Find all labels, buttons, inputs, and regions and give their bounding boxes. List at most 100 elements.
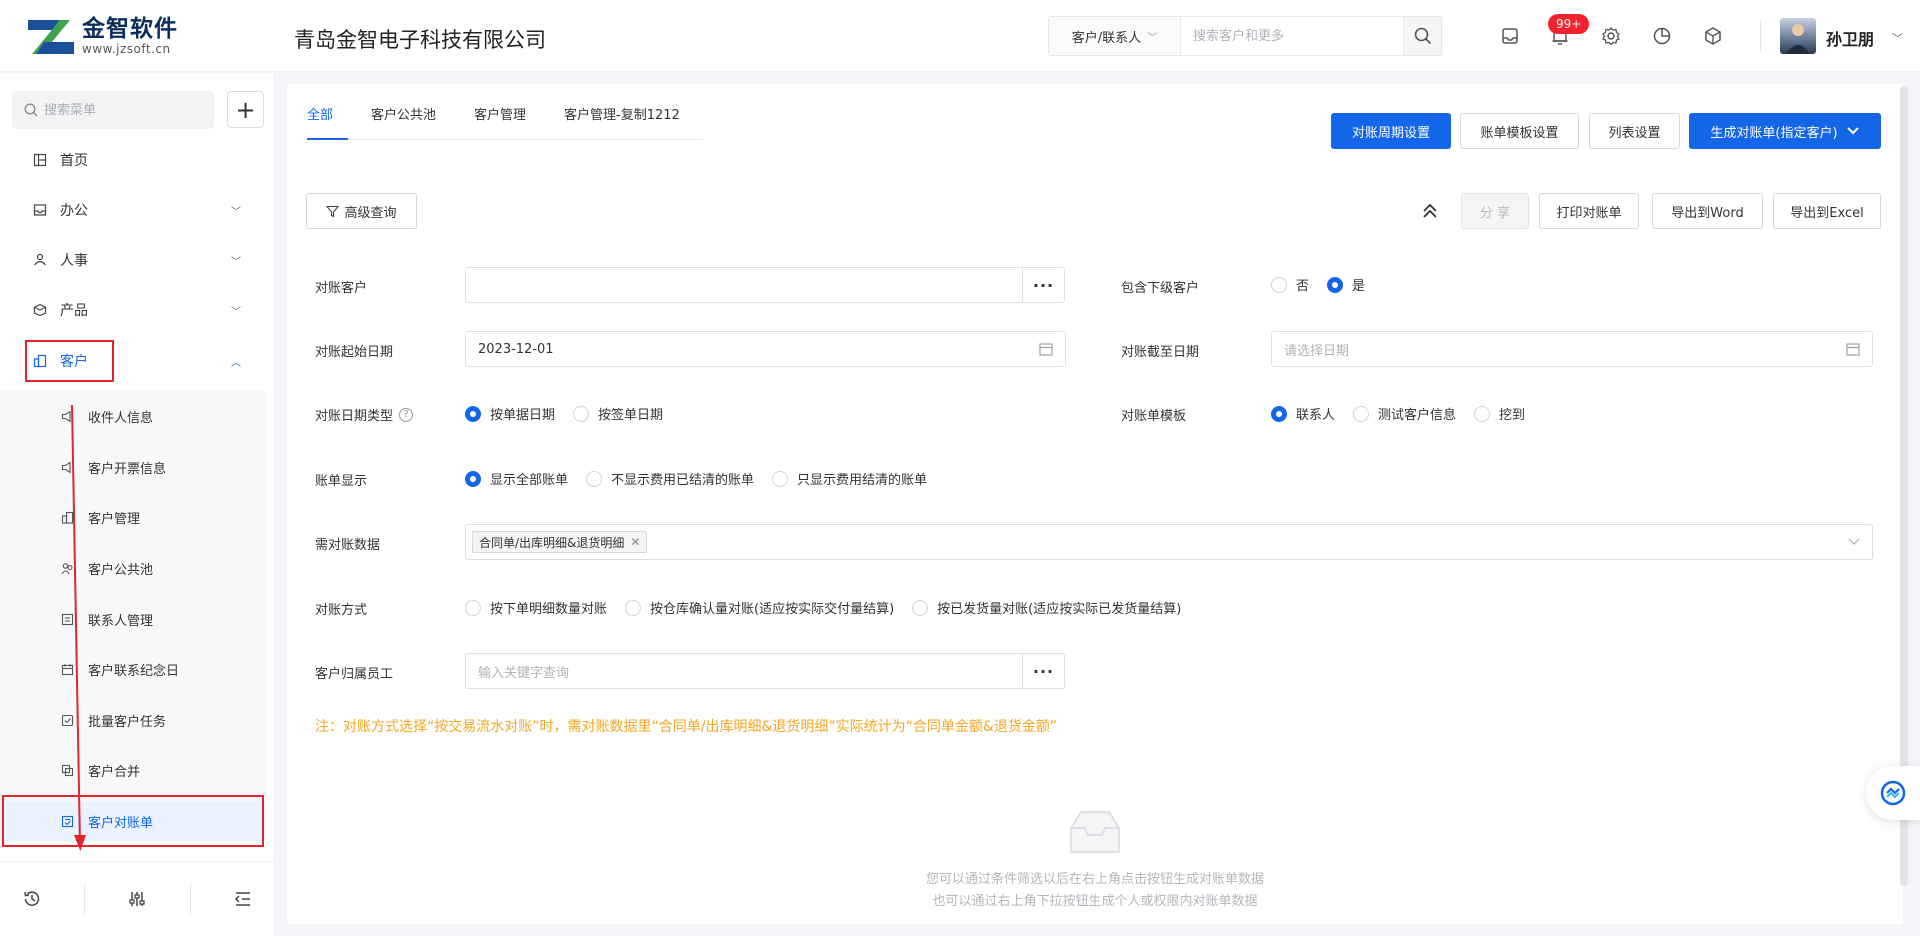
nav-item-label: 办公 bbox=[60, 203, 88, 219]
radio-dot bbox=[1353, 405, 1370, 422]
radio-dot bbox=[1474, 405, 1491, 422]
tab-all[interactable]: 全部 bbox=[307, 106, 349, 140]
pie-chart-icon[interactable] bbox=[1650, 24, 1674, 48]
tab-customer-management[interactable]: 客户管理 bbox=[459, 106, 541, 140]
search-scope-select[interactable]: 客户/联系人 ﹀ bbox=[1049, 17, 1181, 55]
start-date-value: 2023-12-01 bbox=[478, 341, 554, 357]
template-test-customer[interactable]: 测试客户信息 bbox=[1353, 404, 1456, 423]
template-wadao[interactable]: 挖到 bbox=[1474, 404, 1525, 423]
period-setting-button[interactable]: 对账周期设置 bbox=[1331, 113, 1451, 149]
customer-field[interactable]: ··· bbox=[465, 267, 1065, 303]
submenu-item-batch-task[interactable]: 批量客户任务 bbox=[0, 700, 265, 740]
export-word-button[interactable]: 导出到Word bbox=[1652, 193, 1763, 229]
highlight-box bbox=[2, 795, 264, 847]
advanced-query-button[interactable]: 高级查询 bbox=[306, 193, 417, 229]
tab-bar: 全部 客户公共池 客户管理 客户管理-复制1212 bbox=[307, 106, 703, 140]
bill-display-settled[interactable]: 只显示费用结清的账单 bbox=[772, 469, 927, 488]
cube-icon[interactable] bbox=[1701, 24, 1725, 48]
method-shipped[interactable]: 按已发货量对账(适应按实际已发货量结算) bbox=[912, 598, 1181, 617]
share-button[interactable]: 分 享 bbox=[1461, 193, 1529, 229]
include-sub-radio-group: 否 是 bbox=[1271, 275, 1383, 294]
bill-display-label: 账单显示 bbox=[315, 474, 368, 489]
radio-label: 显示全部账单 bbox=[490, 473, 569, 488]
tab-customer-management-copy[interactable]: 客户管理-复制1212 bbox=[549, 106, 695, 140]
method-label: 对账方式 bbox=[315, 603, 368, 618]
gear-icon[interactable] bbox=[1599, 24, 1623, 48]
tab-public-pool[interactable]: 客户公共池 bbox=[356, 106, 451, 140]
global-search-input[interactable] bbox=[1181, 17, 1403, 55]
help-icon[interactable]: ? bbox=[399, 407, 414, 422]
bill-display-all[interactable]: 显示全部账单 bbox=[465, 469, 568, 488]
highlight-box bbox=[25, 340, 114, 382]
date-type-document[interactable]: 按单据日期 bbox=[465, 404, 555, 423]
bill-display-unsettled[interactable]: 不显示费用已结清的账单 bbox=[586, 469, 754, 488]
company-name: 青岛金智电子科技有限公司 bbox=[294, 28, 546, 52]
inbox-icon[interactable] bbox=[1498, 24, 1522, 48]
template-contact[interactable]: 联系人 bbox=[1271, 404, 1335, 423]
submenu-label: 客户开票信息 bbox=[88, 461, 167, 477]
radio-dot bbox=[1271, 276, 1287, 293]
chevron-down-icon[interactable]: ﹀ bbox=[1892, 30, 1903, 46]
generate-statement-button[interactable]: 生成对账单(指定客户) bbox=[1689, 113, 1881, 149]
staff-picker-button[interactable]: ··· bbox=[1022, 654, 1064, 688]
user-name[interactable]: 孙卫朋 bbox=[1826, 26, 1874, 50]
submenu-item-contacts[interactable]: 联系人管理 bbox=[0, 599, 265, 639]
annotation-arrow bbox=[71, 404, 86, 851]
include-sub-label: 包含下级客户 bbox=[1121, 281, 1200, 296]
nav-item-office[interactable]: 办公 ﹀ bbox=[0, 190, 275, 230]
submenu-label: 客户合并 bbox=[88, 764, 141, 780]
export-excel-button[interactable]: 导出到Excel bbox=[1773, 193, 1881, 229]
avatar[interactable] bbox=[1780, 18, 1816, 54]
template-setting-button[interactable]: 账单模板设置 bbox=[1460, 113, 1579, 149]
method-warehouse[interactable]: 按仓库确认量对账(适应按实际交付量结算) bbox=[625, 598, 894, 617]
chevron-up-icon: ︿ bbox=[231, 358, 241, 369]
radio-label: 联系人 bbox=[1296, 408, 1336, 423]
menu-search-input[interactable] bbox=[44, 102, 204, 118]
staff-label: 客户归属员工 bbox=[315, 667, 394, 682]
end-date-field[interactable]: 请选择日期 bbox=[1271, 331, 1873, 367]
submenu-item-customer-management[interactable]: 客户管理 bbox=[0, 497, 265, 537]
radio-dot bbox=[1271, 405, 1287, 422]
sliders-icon[interactable] bbox=[125, 887, 149, 911]
staff-field[interactable]: 输入关键字查询 ··· bbox=[465, 653, 1065, 689]
start-date-field[interactable]: 2023-12-01 bbox=[465, 331, 1066, 367]
nav-item-hr[interactable]: 人事 ﹀ bbox=[0, 240, 275, 280]
assistant-button[interactable] bbox=[1866, 766, 1920, 820]
submenu-item-recipient[interactable]: 收件人信息 bbox=[0, 396, 265, 436]
calendar-icon bbox=[1846, 343, 1860, 356]
search-button[interactable] bbox=[1403, 17, 1441, 55]
include-sub-yes[interactable]: 是 bbox=[1327, 275, 1365, 294]
radio-dot bbox=[465, 470, 481, 487]
radio-label: 否 bbox=[1296, 279, 1310, 294]
submenu-label: 客户管理 bbox=[88, 511, 141, 527]
method-order-detail[interactable]: 按下单明细数量对账 bbox=[465, 598, 607, 617]
history-icon[interactable] bbox=[20, 887, 44, 911]
collapse-menu-icon[interactable] bbox=[231, 887, 255, 911]
assistant-icon bbox=[1880, 780, 1906, 806]
customer-picker-button[interactable]: ··· bbox=[1022, 268, 1064, 302]
date-type-label: 对账日期类型 bbox=[315, 409, 394, 424]
add-menu-button[interactable]: + bbox=[227, 91, 264, 128]
submenu-item-public-pool[interactable]: 客户公共池 bbox=[0, 548, 265, 588]
empty-hint-line1: 您可以通过条件筛选以后在右上角点击按钮生成对账单数据 bbox=[925, 872, 1264, 887]
template-radio-group: 联系人 测试客户信息 挖到 bbox=[1271, 404, 1543, 423]
search-icon bbox=[24, 103, 38, 117]
submenu-item-invoice[interactable]: 客户开票信息 bbox=[0, 447, 265, 487]
radio-dot bbox=[772, 470, 789, 487]
submenu-item-anniversary[interactable]: 客户联系纪念日 bbox=[0, 649, 265, 689]
print-statement-button[interactable]: 打印对账单 bbox=[1539, 193, 1639, 229]
data-multiselect[interactable]: 合同单/出库明细&退货明细 ✕ bbox=[465, 524, 1873, 560]
date-type-sign[interactable]: 按签单日期 bbox=[573, 404, 663, 423]
nav-item-label: 人事 bbox=[60, 253, 88, 269]
list-setting-button[interactable]: 列表设置 bbox=[1589, 113, 1680, 149]
logo[interactable]: 金智软件 www.jzsoft.cn bbox=[26, 14, 178, 58]
data-label: 需对账数据 bbox=[315, 538, 381, 553]
submenu-item-merge[interactable]: 客户合并 bbox=[0, 750, 265, 790]
submenu-label: 客户联系纪念日 bbox=[88, 663, 180, 679]
close-icon[interactable]: ✕ bbox=[630, 535, 640, 549]
nav-item-product[interactable]: 产品 ﹀ bbox=[0, 290, 275, 330]
global-search: 客户/联系人 ﹀ bbox=[1048, 16, 1442, 56]
include-sub-no[interactable]: 否 bbox=[1271, 275, 1309, 294]
nav-item-home[interactable]: 首页 bbox=[0, 140, 275, 180]
collapse-icon[interactable] bbox=[1421, 202, 1439, 220]
